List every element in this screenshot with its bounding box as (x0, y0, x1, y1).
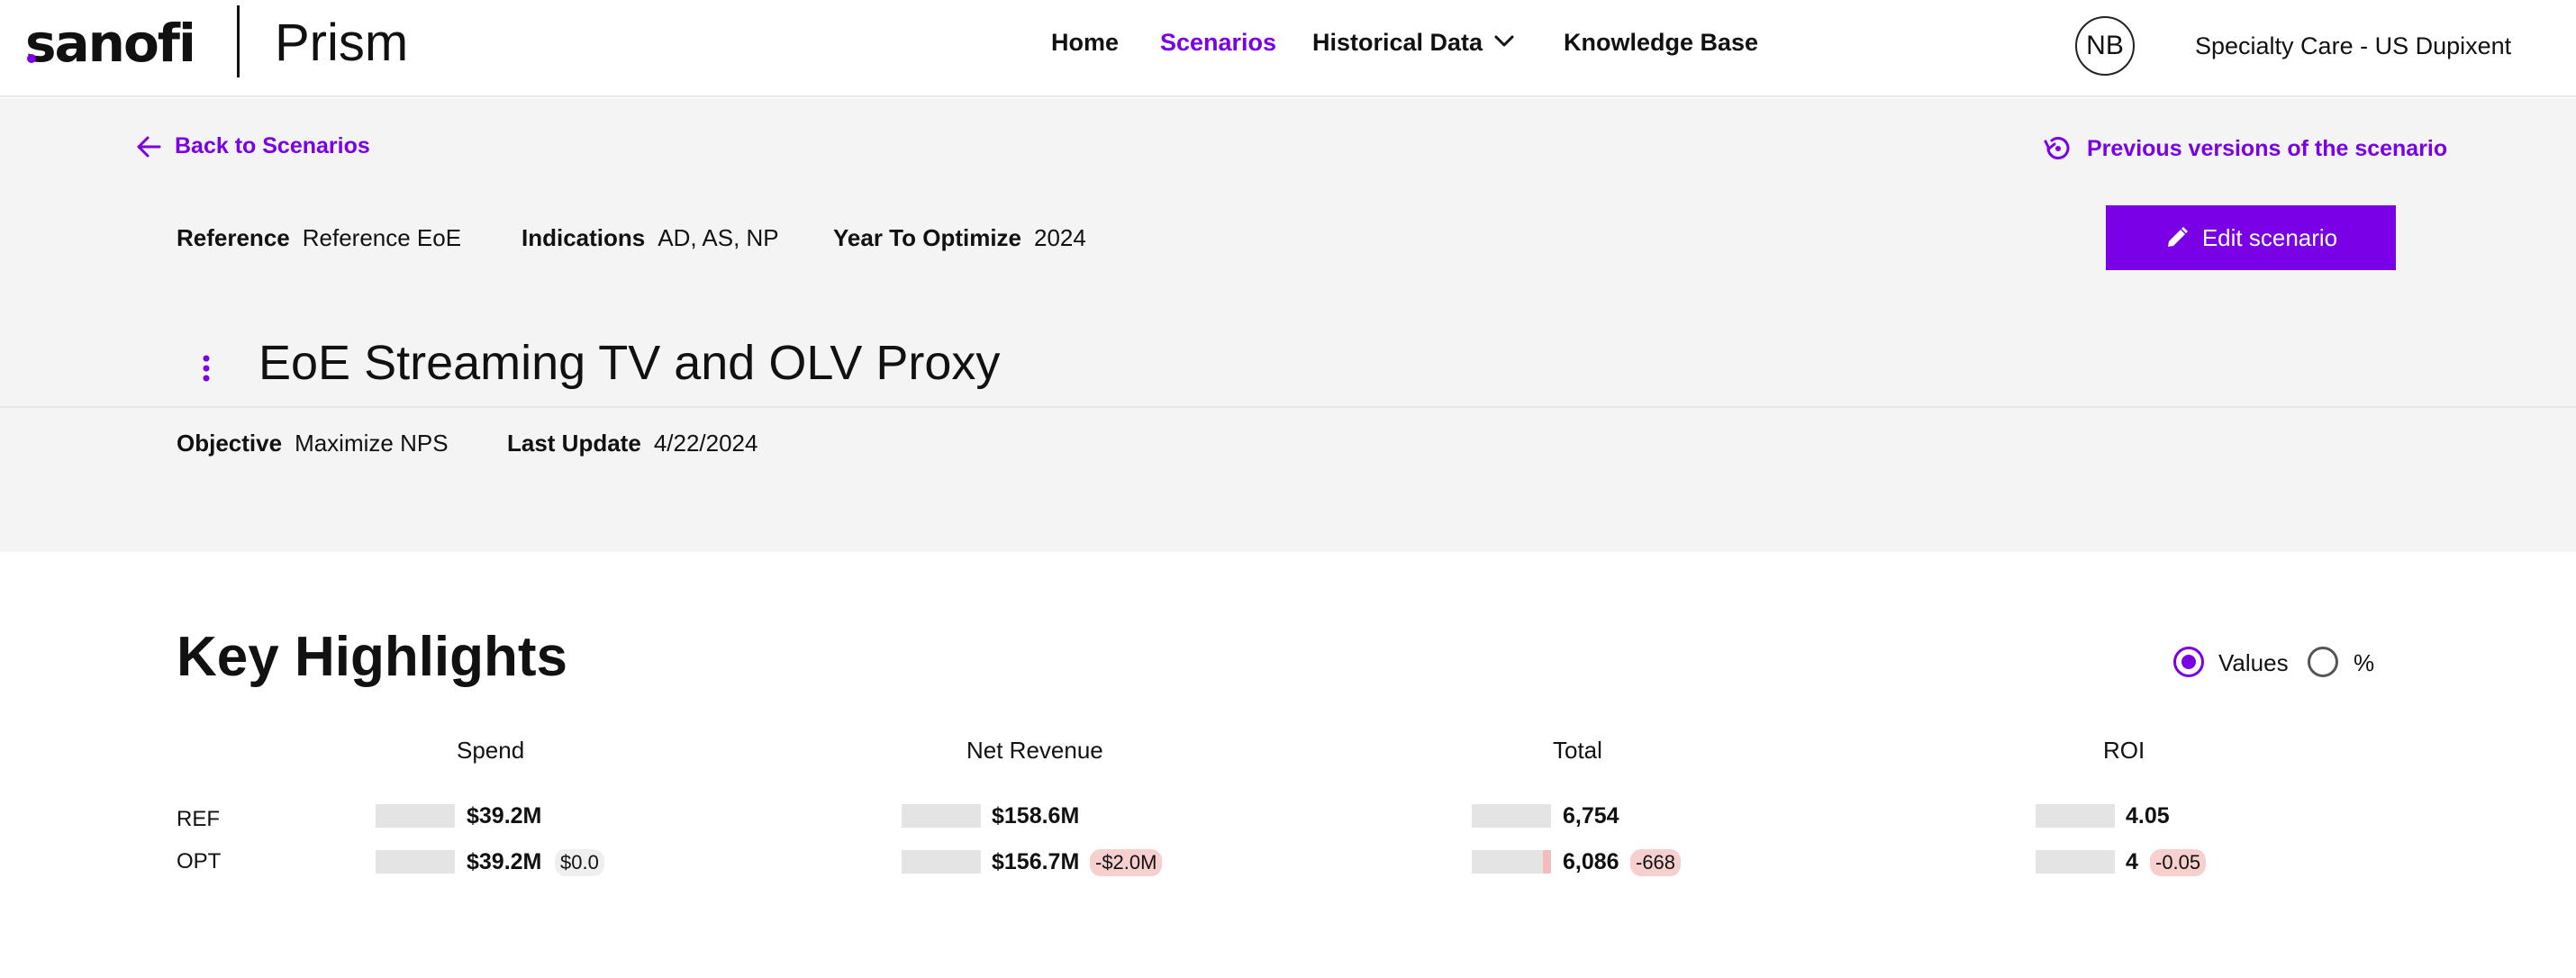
nav-historical-data[interactable]: Historical Data (1312, 29, 1483, 57)
total-delta-badge: -668 (1630, 849, 1682, 876)
metric-header-roi: ROI (2103, 737, 2145, 764)
spend-ref-value: $39.2M (467, 803, 542, 829)
user-avatar[interactable]: NB (2075, 16, 2135, 76)
nav-home[interactable]: Home (1051, 29, 1119, 57)
top-navigation-bar: sanofi Prism Home Scenarios Historical D… (0, 0, 2576, 97)
year-value: 2024 (1034, 224, 1086, 251)
reference-value: Reference EoE (302, 224, 462, 251)
scenario-title: EoE Streaming TV and OLV Proxy (259, 336, 1001, 390)
objective-value: Maximize NPS (295, 430, 449, 457)
nav-knowledge-base[interactable]: Knowledge Base (1564, 29, 1758, 57)
previous-versions-label: Previous versions of the scenario (2087, 135, 2448, 161)
row-label-ref: REF (177, 807, 220, 831)
objective-label: Objective (177, 430, 283, 457)
edit-scenario-label: Edit scenario (2201, 223, 2338, 251)
values-radio[interactable] (2173, 647, 2204, 677)
chevron-down-icon[interactable] (1492, 32, 1516, 50)
indications-meta: Indications AD, AS, NP (522, 224, 779, 252)
percent-radio[interactable] (2308, 647, 2338, 677)
net-revenue-opt-bar (902, 850, 981, 874)
objective-meta: Objective Maximize NPS (177, 430, 449, 457)
total-opt-bar (1472, 850, 1551, 874)
history-icon (2044, 137, 2070, 159)
spend-opt-bar (376, 850, 455, 874)
nav-scenarios[interactable]: Scenarios (1160, 29, 1276, 57)
product-name: Prism (275, 14, 409, 72)
year-meta: Year To Optimize 2024 (833, 224, 1086, 252)
logo-dot-icon (27, 54, 36, 63)
spend-opt-value: $39.2M (467, 849, 542, 874)
values-radio-label: Values (2218, 649, 2289, 676)
edit-scenario-button[interactable]: Edit scenario (2106, 205, 2396, 270)
metric-header-total: Total (1553, 737, 1602, 764)
reference-meta: Reference Reference EoE (177, 224, 461, 252)
total-ref-value: 6,754 (1563, 803, 1619, 829)
roi-ref-bar (2036, 804, 2115, 828)
roi-ref-value: 4.05 (2126, 803, 2170, 829)
metric-header-spend: Spend (457, 737, 525, 764)
tenant-selector[interactable]: Specialty Care - US Dupixent (2195, 32, 2511, 60)
row-label-opt: OPT (177, 849, 222, 874)
metric-header-net-revenue: Net Revenue (966, 737, 1103, 764)
net-revenue-delta-badge: -$2.0M (1090, 849, 1163, 876)
back-to-scenarios-link[interactable]: Back to Scenarios (135, 133, 370, 159)
last-update-value: 4/22/2024 (653, 430, 758, 457)
total-opt-bar-fill (1543, 850, 1551, 874)
logo-divider (237, 5, 240, 77)
roi-opt-bar (2036, 850, 2115, 874)
more-options-icon[interactable] (195, 351, 218, 387)
last-update-meta: Last Update 4/22/2024 (507, 430, 757, 457)
total-ref-bar (1472, 804, 1551, 828)
spend-ref-bar (376, 804, 455, 828)
roi-opt-value: 4 (2126, 849, 2138, 874)
year-label: Year To Optimize (833, 224, 1022, 251)
roi-delta-badge: -0.05 (2150, 849, 2207, 876)
back-label: Back to Scenarios (175, 133, 370, 158)
indications-label: Indications (522, 224, 646, 251)
previous-versions-link[interactable]: Previous versions of the scenario (2042, 133, 2447, 164)
net-revenue-opt-value: $156.7M (992, 849, 1080, 874)
net-revenue-ref-value: $158.6M (992, 803, 1080, 829)
total-opt-value: 6,086 (1563, 849, 1619, 874)
scenario-header-panel (0, 98, 2576, 552)
key-highlights-title: Key Highlights (177, 626, 568, 688)
last-update-label: Last Update (507, 430, 641, 457)
reference-label: Reference (177, 224, 290, 251)
arrow-left-icon (137, 136, 161, 157)
percent-radio-label: % (2354, 649, 2375, 676)
spend-delta-badge: $0.0 (555, 849, 604, 876)
net-revenue-ref-bar (902, 804, 981, 828)
indications-value: AD, AS, NP (658, 224, 779, 251)
pencil-icon (2167, 227, 2188, 247)
sanofi-logo[interactable]: sanofi (25, 13, 196, 74)
panel-divider (0, 406, 2576, 408)
